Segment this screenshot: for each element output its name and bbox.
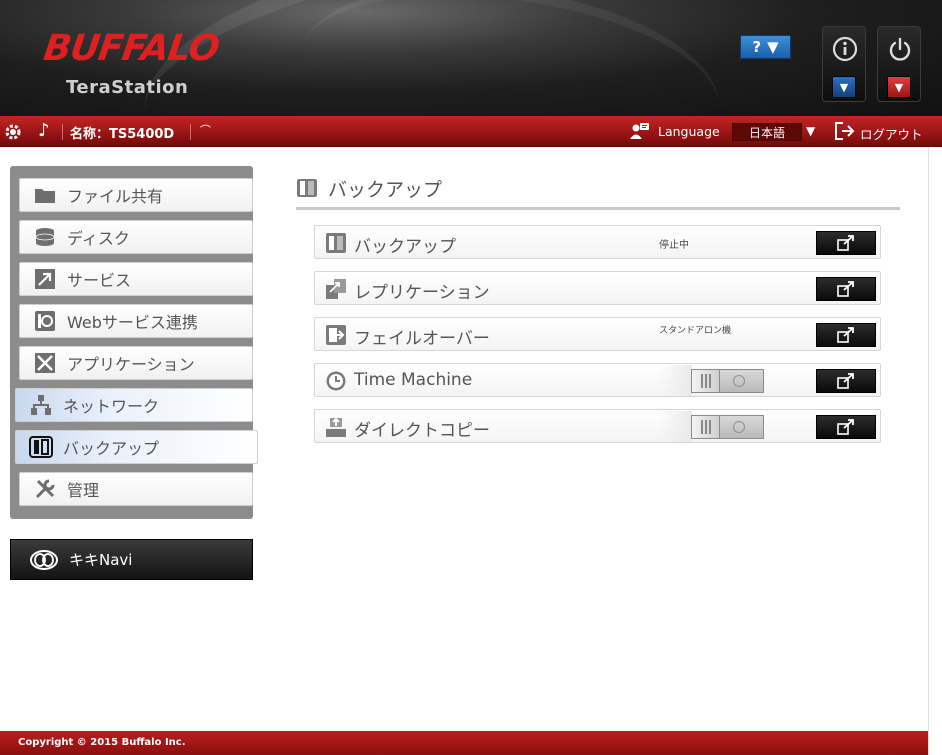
row-label: ダイレクトコピー <box>354 421 490 441</box>
kiki-navi-button[interactable]: キキNavi <box>10 539 253 580</box>
app-window: BUFFALO TeraStation ? ▼ ▼ ▼ ♪ 名称：TS5400D… <box>0 0 942 755</box>
device-name: 名称：TS5400D <box>70 127 175 142</box>
status-text: 停止中 <box>659 240 689 251</box>
sidebar-item-management[interactable]: 管理 <box>19 472 253 506</box>
open-settings-button[interactable] <box>816 277 876 301</box>
window-edge <box>928 147 942 755</box>
backup-icon <box>297 179 317 197</box>
header: BUFFALO TeraStation ? ▼ ▼ ▼ <box>0 0 942 116</box>
help-button-label: ? <box>752 38 762 56</box>
folder-icon <box>33 184 57 206</box>
toggle-shade <box>660 365 692 396</box>
web-service-icon <box>33 310 57 332</box>
status-bar: ♪ 名称：TS5400D ⌒ Language 日本語 ▼ ログアウト <box>0 116 942 147</box>
toggle-knob[interactable] <box>692 370 720 392</box>
language-icon <box>630 123 649 139</box>
backup-row: バックアップ 停止中 <box>314 225 881 259</box>
header-decoration <box>289 0 731 116</box>
row-label: フェイルオーバー <box>354 329 490 349</box>
power-tile: ▼ <box>877 26 921 102</box>
kiki-navi-label: キキNavi <box>69 551 133 569</box>
divider <box>190 124 191 140</box>
direct-copy-toggle[interactable] <box>691 415 764 439</box>
sidebar-item-label: ファイル共有 <box>67 187 164 206</box>
open-settings-button[interactable] <box>816 415 876 439</box>
backup-icon <box>326 233 346 253</box>
language-label: Language <box>658 124 720 139</box>
sidebar-item-label: ネットワーク <box>63 397 160 416</box>
sidebar-item-application[interactable]: アプリケーション <box>19 346 253 380</box>
sidebar-item-label: アプリケーション <box>67 355 195 374</box>
chevron-down-icon[interactable]: ▼ <box>806 124 815 138</box>
backup-icon <box>29 436 53 458</box>
sidebar-item-network[interactable]: ネットワーク <box>15 388 253 422</box>
music-note-icon[interactable]: ♪ <box>38 120 50 141</box>
external-link-icon <box>837 281 854 297</box>
network-icon <box>29 394 53 416</box>
disk-icon <box>33 226 57 248</box>
replication-row: レプリケーション <box>314 271 881 305</box>
gear-icon[interactable] <box>4 123 22 141</box>
sidebar-item-label: Webサービス連携 <box>67 313 198 332</box>
time-machine-row: Time Machine <box>314 363 881 397</box>
external-link-icon <box>837 419 854 435</box>
info-icon[interactable] <box>832 36 858 62</box>
sidebar-item-label: 管理 <box>67 481 100 500</box>
open-settings-button[interactable] <box>816 231 876 255</box>
divider <box>62 124 63 140</box>
toggle-off-indicator <box>733 375 745 387</box>
failover-icon <box>326 325 346 345</box>
sidebar-item-label: ディスク <box>67 229 130 248</box>
sidebar-item-backup[interactable]: バックアップ <box>15 430 258 464</box>
help-button[interactable]: ? ▼ <box>740 35 791 59</box>
sidebar-item-file-share[interactable]: ファイル共有 <box>19 178 253 212</box>
replication-icon <box>326 279 346 299</box>
time-machine-icon <box>326 371 346 391</box>
footer: Copyright © 2015 Buffalo Inc. <box>0 731 928 755</box>
status-text: スタンドアロン機 <box>659 326 732 336</box>
direct-copy-row: ダイレクトコピー <box>314 409 881 443</box>
language-select[interactable]: 日本語 <box>732 123 802 141</box>
brand-logo: BUFFALO <box>41 28 222 69</box>
toggle-knob[interactable] <box>692 416 720 438</box>
sidebar-item-disk[interactable]: ディスク <box>19 220 253 254</box>
row-label: レプリケーション <box>354 283 490 303</box>
toggle-off-indicator <box>733 421 745 433</box>
external-link-icon <box>837 373 854 389</box>
sidebar-item-label: バックアップ <box>63 439 160 458</box>
sidebar: ファイル共有 ディスク サービス Webサービス連携 アプリケーション ネットワ… <box>10 166 258 519</box>
logout-icon[interactable] <box>834 121 856 141</box>
sidebar-item-label: サービス <box>67 271 132 290</box>
application-icon <box>33 352 57 374</box>
info-dropdown-arrow[interactable]: ▼ <box>832 76 856 98</box>
kiki-navi-icon <box>30 549 58 570</box>
info-tile: ▼ <box>822 26 866 102</box>
copyright-text: Copyright © 2015 Buffalo Inc. <box>18 737 186 748</box>
logout-link[interactable]: ログアウト <box>860 124 923 143</box>
row-label: Time Machine <box>354 370 473 390</box>
external-link-icon <box>837 327 854 343</box>
open-settings-button[interactable] <box>816 369 876 393</box>
toggle-shade <box>660 411 692 442</box>
page-title: バックアップ <box>328 179 443 201</box>
external-link-icon <box>837 235 854 251</box>
failover-row: フェイルオーバー スタンドアロン機 <box>314 317 881 351</box>
power-dropdown-arrow[interactable]: ▼ <box>887 76 911 98</box>
sidebar-item-service[interactable]: サービス <box>19 262 253 296</box>
service-icon <box>33 268 57 290</box>
power-icon[interactable] <box>887 36 913 62</box>
indicator-icon: ⌒ <box>200 124 211 137</box>
tools-icon <box>33 478 57 500</box>
open-settings-button[interactable] <box>816 323 876 347</box>
sidebar-item-web-service[interactable]: Webサービス連携 <box>19 304 253 338</box>
product-name: TeraStation <box>66 77 189 98</box>
page-header: バックアップ <box>296 174 900 210</box>
time-machine-toggle[interactable] <box>691 369 764 393</box>
row-label: バックアップ <box>354 237 456 257</box>
chevron-down-icon: ▼ <box>767 38 779 56</box>
direct-copy-icon <box>326 417 346 437</box>
